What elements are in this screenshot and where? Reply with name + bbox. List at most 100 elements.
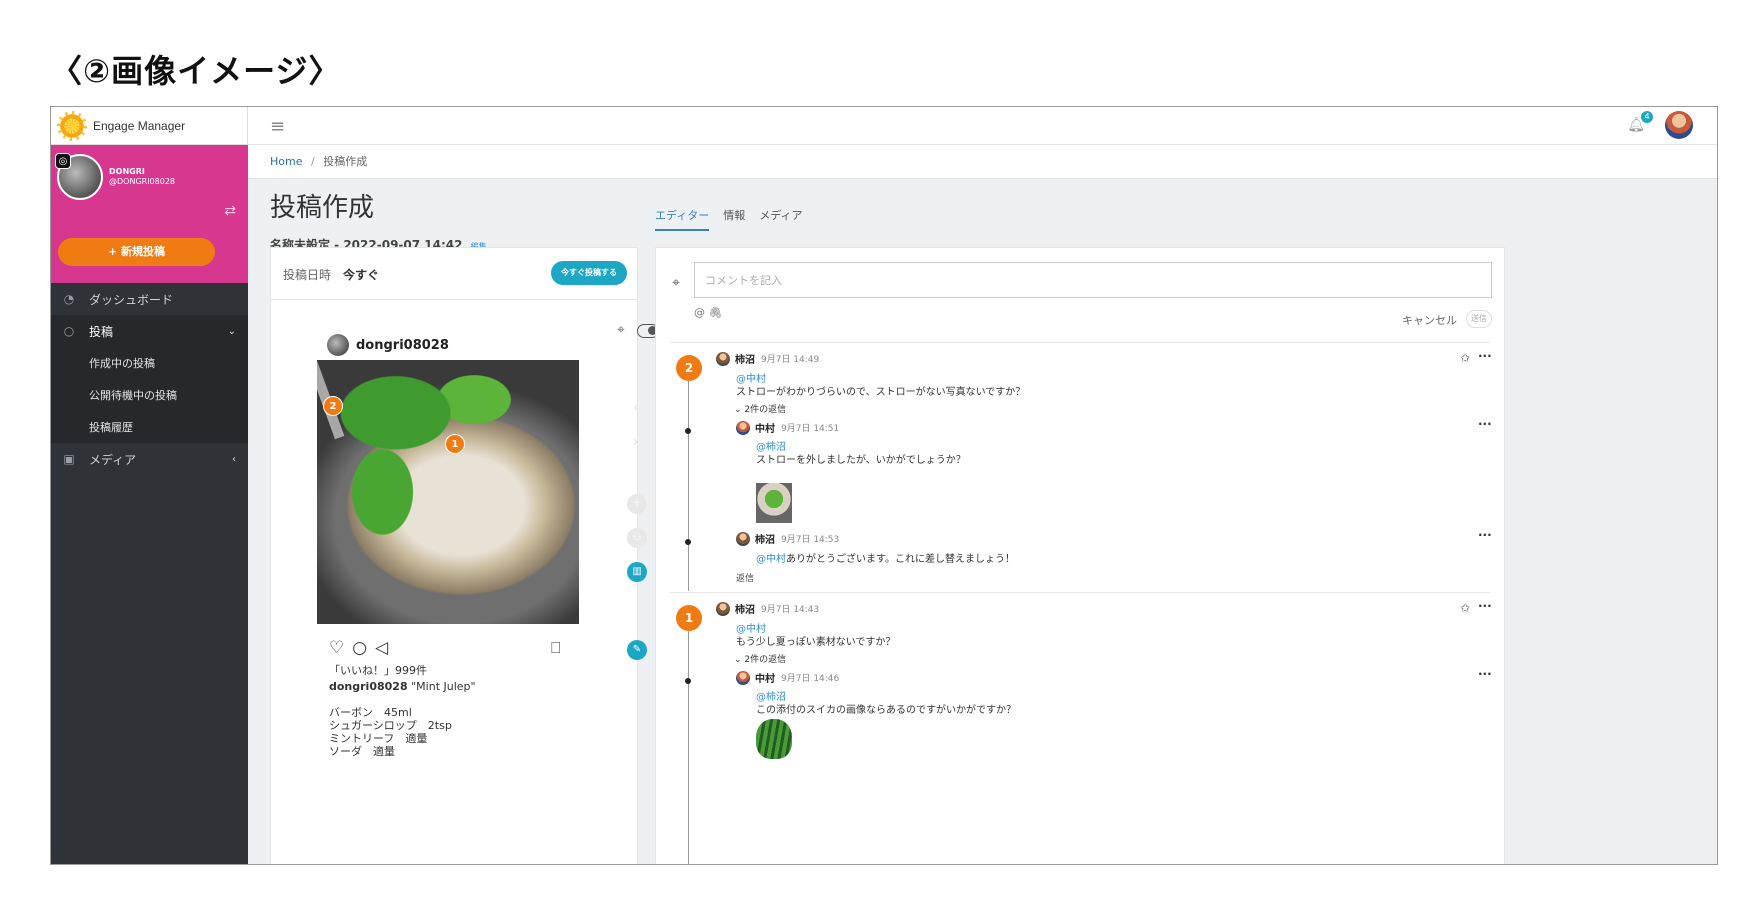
reply-mention[interactable]: @中村 [756, 554, 786, 565]
breadcrumb-separator: / [310, 155, 315, 168]
breadcrumb-home[interactable]: Home [270, 155, 302, 168]
reply-avatar [736, 670, 750, 685]
camera-icon: ▣ [63, 452, 75, 466]
heart-icon[interactable]: ♡ [329, 638, 344, 658]
user-avatar[interactable] [1665, 111, 1693, 139]
post-username: dongri08028 [356, 337, 449, 353]
tab-media[interactable]: メディア [759, 207, 802, 231]
comment-text: ストローがわかりづらいので、ストローがない写真ないですか？ [736, 387, 1026, 398]
comment-time: 9月7日 14:43 [761, 605, 820, 615]
brand-name: Engage Manager [93, 118, 186, 133]
gauge-icon: ◔ [63, 292, 75, 306]
cancel-button[interactable]: キャンセル [1402, 312, 1457, 328]
post-body-line: シュガーシロップ 2tsp [329, 719, 452, 732]
bookmark-icon[interactable]: ⎕ [551, 638, 561, 658]
post-likes: 「いいね！」999件 [329, 664, 427, 677]
reply-header: 柿沼 9月7日 14:53 [736, 531, 839, 546]
sidebar-subitem-drafts[interactable]: 作成中の投稿 [51, 347, 248, 379]
post-body-line: バーボン 45ml [329, 706, 412, 719]
post-image[interactable]: 1 2 [317, 360, 579, 624]
brand[interactable]: Engage Manager [51, 107, 248, 145]
breadcrumb: Home / 投稿作成 [248, 145, 1717, 179]
reply-attachment-image[interactable] [756, 483, 792, 523]
sidebar-subitem-history[interactable]: 投稿履歴 [51, 411, 248, 443]
sidebar-item-label: ダッシュボード [89, 292, 174, 307]
new-post-button[interactable]: + 新規投稿 [58, 238, 215, 266]
reply-time: 9月7日 14:53 [781, 535, 840, 545]
post-date-value[interactable]: 今すぐ [343, 266, 379, 283]
replies-toggle[interactable]: ⌄ 2件の返信 [734, 652, 786, 665]
switch-account-icon[interactable]: ⇄ [224, 203, 236, 219]
sidebar-item-dashboard[interactable]: ◔ ダッシュボード [51, 283, 248, 315]
comment-text: もう少し夏っぽい素材ないですか？ [736, 637, 896, 648]
document-title: 〈②画像イメージ〉 [50, 52, 342, 90]
pin-icon[interactable]: ✩ [1460, 351, 1470, 365]
reply-header: 中村 9月7日 14:51 [736, 420, 839, 435]
chevron-left-icon: ‹ [232, 453, 236, 465]
location-pin-icon[interactable]: ⌖ [672, 275, 680, 291]
breadcrumb-current: 投稿作成 [323, 155, 368, 168]
more-icon[interactable]: ··· [1478, 417, 1492, 431]
app-window: Engage Manager ◎ DONGRI @DONGRI08028 ⇄ +… [50, 106, 1718, 865]
post-body-line: ミントリーフ 適量 [329, 732, 428, 745]
chevron-down-icon: ⌄ [227, 325, 236, 337]
comment-icon[interactable]: ○ [352, 638, 367, 658]
reply-text: @中村ありがとうございます。これに差し替えましょう！ [756, 550, 1015, 565]
mention-attach-icon[interactable]: @ 🖇 [694, 306, 722, 319]
thread-line [688, 381, 689, 591]
reply-body: ありがとうございます。これに差し替えましょう！ [786, 554, 1015, 565]
post-actions: ♡ ○ ◁ [329, 638, 388, 658]
reply-avatar [736, 420, 750, 435]
post-body-line: ソーダ 適量 [329, 745, 395, 758]
instagram-post-header: dongri08028 [327, 334, 449, 356]
location-pin-icon[interactable]: ⌖ [617, 322, 625, 338]
post-preview-card: 投稿日時 今すぐ 今すぐ投稿する dongri08028 ⌖ 1 2 ‹ › ＋… [270, 247, 659, 864]
reply-header: 中村 9月7日 14:46 [736, 670, 839, 685]
sidebar-subitem-scheduled[interactable]: 公開待機中の投稿 [51, 379, 248, 411]
top-bar: ≡ 🔔︎ 4 [248, 107, 1717, 145]
reply-button[interactable]: 返信 [736, 571, 754, 584]
sidebar-nav: ◔ ダッシュボード ○ 投稿 ⌄ 作成中の投稿 公開待機中の投稿 投稿履歴 ▣ … [51, 283, 248, 475]
sidebar-item-label: メディア [89, 452, 137, 467]
send-button[interactable]: 送信 [1466, 310, 1492, 328]
tab-info[interactable]: 情報 [723, 207, 745, 231]
pin-icon[interactable]: ✩ [1460, 601, 1470, 615]
people-icon[interactable]: ⚇ [627, 528, 647, 548]
caption-text: "Mint Julep" [411, 680, 476, 693]
more-icon[interactable]: ··· [1478, 349, 1492, 363]
add-icon[interactable]: ＋ [627, 494, 647, 514]
comment-marker-2[interactable]: 2 [323, 396, 343, 416]
trash-icon[interactable]: ▥ [627, 562, 647, 582]
reply-author: 柿沼 [755, 535, 775, 546]
comment-input[interactable] [694, 262, 1492, 298]
comment-header: 柿沼 9月7日 14:43 [716, 601, 819, 616]
reply-author: 中村 [755, 424, 775, 435]
post-now-button[interactable]: 今すぐ投稿する [551, 261, 627, 285]
send-icon[interactable]: ◁ [375, 638, 388, 658]
chevron-right-icon[interactable]: › [633, 434, 639, 450]
thread-number-badge: 2 [676, 355, 702, 381]
reply-time: 9月7日 14:46 [781, 674, 840, 684]
replies-toggle[interactable]: ⌄ 2件の返信 [734, 402, 786, 415]
page-title: 投稿作成 [270, 193, 375, 223]
brand-logo-icon [57, 110, 87, 141]
comment-marker-1[interactable]: 1 [445, 434, 465, 454]
chevron-left-icon[interactable]: ‹ [633, 400, 639, 416]
sidebar-item-media[interactable]: ▣ メディア ‹ [51, 443, 248, 475]
edit-pencil-icon[interactable]: ✎ [627, 640, 647, 660]
post-caption: dongri08028 "Mint Julep" [329, 680, 476, 693]
comment-avatar [716, 601, 730, 616]
reply-avatar [736, 531, 750, 546]
more-icon[interactable]: ··· [1478, 667, 1492, 681]
reply-dot [685, 428, 691, 434]
menu-icon[interactable]: ≡ [270, 116, 285, 137]
sidebar-item-posts[interactable]: ○ 投稿 ⌄ [51, 315, 248, 347]
more-icon[interactable]: ··· [1478, 528, 1492, 542]
account-name: DONGRI [109, 167, 145, 176]
tab-editor[interactable]: エディター [655, 207, 710, 231]
more-icon[interactable]: ··· [1478, 599, 1492, 613]
reply-author: 中村 [755, 674, 775, 685]
instagram-icon: ◎ [55, 153, 71, 169]
reply-attachment-image[interactable] [756, 719, 792, 759]
replies-count: 2件の返信 [744, 655, 787, 665]
